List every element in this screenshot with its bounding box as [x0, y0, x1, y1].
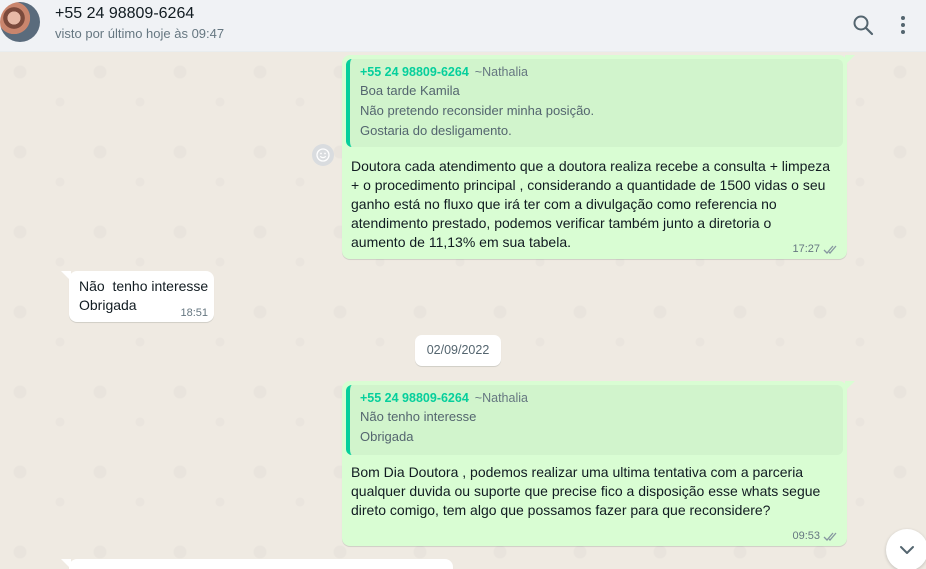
- date-divider: 02/09/2022: [415, 335, 501, 366]
- quoted-text-line: Não pretendo reconsider minha posição.: [360, 103, 595, 118]
- chat-header: +55 24 98809-6264 visto por último hoje …: [0, 0, 926, 52]
- message-text-line: Não tenho interesse: [79, 278, 209, 294]
- menu-icon[interactable]: [890, 12, 916, 38]
- read-ticks-icon: [823, 245, 837, 254]
- message-meta: 17:27: [792, 243, 839, 255]
- scroll-to-bottom-button[interactable]: [886, 529, 926, 569]
- read-ticks-icon: [823, 532, 837, 541]
- bubble-tail: [845, 381, 855, 391]
- incoming-message[interactable]: Não tenho interesse Obrigada 18:51: [61, 271, 214, 322]
- incoming-message-partial[interactable]: [61, 559, 453, 569]
- message-text-line: atendimento prestado, podemos verificar …: [351, 215, 772, 231]
- bubble-tail: [61, 559, 71, 569]
- message-text-line: qualquer duvida ou suporte que precise f…: [351, 483, 821, 499]
- message-text-line: Bom Dia Doutora , podemos realizar uma u…: [351, 464, 804, 480]
- quoted-push-name: ~Nathalia: [474, 65, 528, 79]
- chevron-down-icon: [900, 546, 914, 554]
- search-icon[interactable]: [850, 12, 876, 38]
- message-time: 09:53: [792, 530, 820, 542]
- message-text-line: + o procedimento principal , considerand…: [351, 177, 826, 193]
- message-time: 17:27: [792, 243, 820, 255]
- bubble-tail: [845, 55, 855, 65]
- contact-name[interactable]: +55 24 98809-6264: [55, 5, 194, 23]
- message-meta: 09:53: [792, 530, 839, 542]
- quoted-message[interactable]: +55 24 98809-6264 ~Nathalia Não tenho int…: [346, 385, 843, 455]
- quoted-text-line: Obrigada: [360, 429, 414, 444]
- quoted-text-line: Boa tarde Kamila: [360, 83, 460, 98]
- quoted-author: +55 24 98809-6264 ~Nathalia: [360, 391, 528, 405]
- bubble-tail: [61, 271, 71, 281]
- react-emoji-icon[interactable]: [312, 144, 334, 166]
- quoted-message[interactable]: +55 24 98809-6264 ~Nathalia Boa tarde Kam…: [346, 59, 843, 147]
- quoted-push-name: ~Nathalia: [474, 391, 528, 405]
- message-text-line: direto comigo, tem algo que possamos faz…: [351, 502, 771, 518]
- outgoing-message[interactable]: +55 24 98809-6264 ~Nathalia Boa tarde Kam…: [342, 55, 855, 259]
- message-list[interactable]: +55 24 98809-6264 ~Nathalia Boa tarde Kam…: [0, 52, 926, 569]
- message-text-line: aumento de 11,13% em sua tabela.: [351, 234, 572, 250]
- last-seen-status: visto por último hoje às 09:47: [55, 26, 225, 41]
- quoted-author: +55 24 98809-6264 ~Nathalia: [360, 65, 528, 79]
- outgoing-message[interactable]: +55 24 98809-6264 ~Nathalia Não tenho int…: [342, 381, 855, 546]
- message-meta: 18:51: [180, 307, 208, 319]
- message-text-line: Doutora cada atendimento que a doutora r…: [351, 158, 831, 174]
- quoted-text-line: Não tenho interesse: [360, 409, 477, 424]
- quoted-text-line: Gostaria do desligamento.: [360, 123, 512, 138]
- contact-avatar[interactable]: [0, 2, 40, 42]
- message-time: 18:51: [180, 307, 208, 319]
- message-text-line: ganho está no fluxo que irá ter com a di…: [351, 196, 777, 212]
